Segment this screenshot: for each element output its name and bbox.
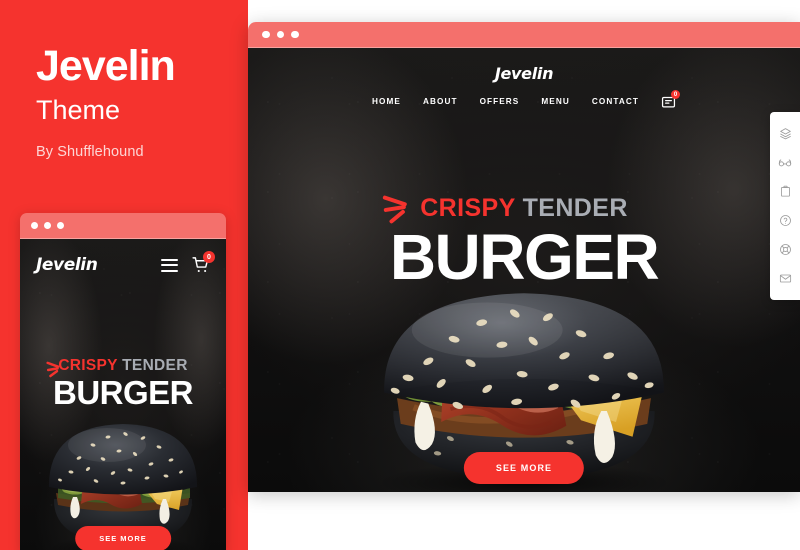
mobile-titlebar (20, 213, 226, 239)
desktop-main-nav: HOME ABOUT OFFERS MENU CONTACT 0 (248, 90, 800, 108)
mobile-hero-text: CRISPY TENDER BURGER (20, 357, 226, 409)
desktop-viewport: Jevelin HOME ABOUT OFFERS MENU CONTACT 0 (248, 48, 800, 492)
shopping-bag-icon[interactable]: 0 (661, 90, 681, 108)
nav-item-contact[interactable]: CONTACT (592, 97, 639, 106)
author-credit: By Shufflehound (36, 144, 144, 161)
page-title: Jevelin (36, 42, 176, 90)
left-promo-panel: Jevelin Theme By Shufflehound Jevelin 0 … (0, 0, 248, 550)
envelope-icon[interactable] (770, 264, 800, 293)
desktop-cart-badge: 0 (671, 90, 681, 99)
titlebar-dot-close[interactable] (262, 30, 270, 39)
clipboard-icon[interactable] (770, 177, 800, 206)
question-circle-icon[interactable] (770, 206, 800, 235)
desktop-kicker-highlight: CRISPY (420, 194, 516, 222)
red-spark-icon (382, 195, 407, 224)
titlebar-dot-maximize[interactable] (291, 30, 299, 39)
titlebar-dot-maximize[interactable] (57, 222, 64, 229)
hamburger-menu-icon[interactable] (161, 258, 178, 272)
mobile-header-actions: 0 (161, 251, 215, 274)
titlebar-dot-minimize[interactable] (44, 222, 51, 229)
brand-block: Jevelin Theme By Shufflehound (36, 42, 246, 161)
desktop-site-header: Jevelin HOME ABOUT OFFERS MENU CONTACT 0 (248, 64, 800, 108)
mobile-site-header: Jevelin 0 (20, 239, 226, 291)
nav-item-home[interactable]: HOME (372, 97, 401, 106)
nav-item-menu[interactable]: MENU (541, 97, 570, 106)
desktop-hero-kicker: CRISPY TENDER (248, 196, 800, 221)
desktop-kicker-rest: TENDER (522, 194, 628, 222)
desktop-browser-mockup: Jevelin HOME ABOUT OFFERS MENU CONTACT 0 (248, 22, 800, 492)
red-spark-icon (46, 361, 60, 378)
nav-item-offers[interactable]: OFFERS (480, 97, 520, 106)
desktop-hero-title: BURGER (389, 221, 660, 293)
mobile-see-more-button[interactable]: SEE MORE (75, 526, 171, 550)
mobile-browser-mockup: Jevelin 0 CRISPY TENDER BURGER SEE MORE (20, 213, 226, 550)
desktop-logo[interactable]: Jevelin (248, 64, 800, 83)
lifebuoy-icon[interactable] (770, 235, 800, 264)
mobile-kicker-rest: TENDER (122, 357, 188, 374)
mobile-viewport: Jevelin 0 CRISPY TENDER BURGER SEE MORE (20, 239, 226, 550)
mobile-logo[interactable]: Jevelin (36, 255, 98, 275)
shopping-cart-icon[interactable]: 0 (192, 251, 215, 274)
desktop-titlebar (248, 22, 800, 48)
glasses-icon[interactable] (770, 148, 800, 177)
titlebar-dot-close[interactable] (31, 222, 38, 229)
titlebar-dot-minimize[interactable] (276, 30, 284, 39)
layers-icon[interactable] (770, 119, 800, 148)
desktop-see-more-button[interactable]: SEE MORE (463, 452, 585, 484)
screenshot-root: Jevelin Theme By Shufflehound Jevelin 0 … (0, 0, 800, 550)
nav-item-about[interactable]: ABOUT (423, 97, 458, 106)
mobile-cart-badge: 0 (203, 251, 215, 263)
page-subtitle: Theme (36, 95, 121, 126)
side-toolbar (770, 112, 800, 300)
desktop-hero-text: CRISPY TENDER BURGER (248, 196, 800, 289)
